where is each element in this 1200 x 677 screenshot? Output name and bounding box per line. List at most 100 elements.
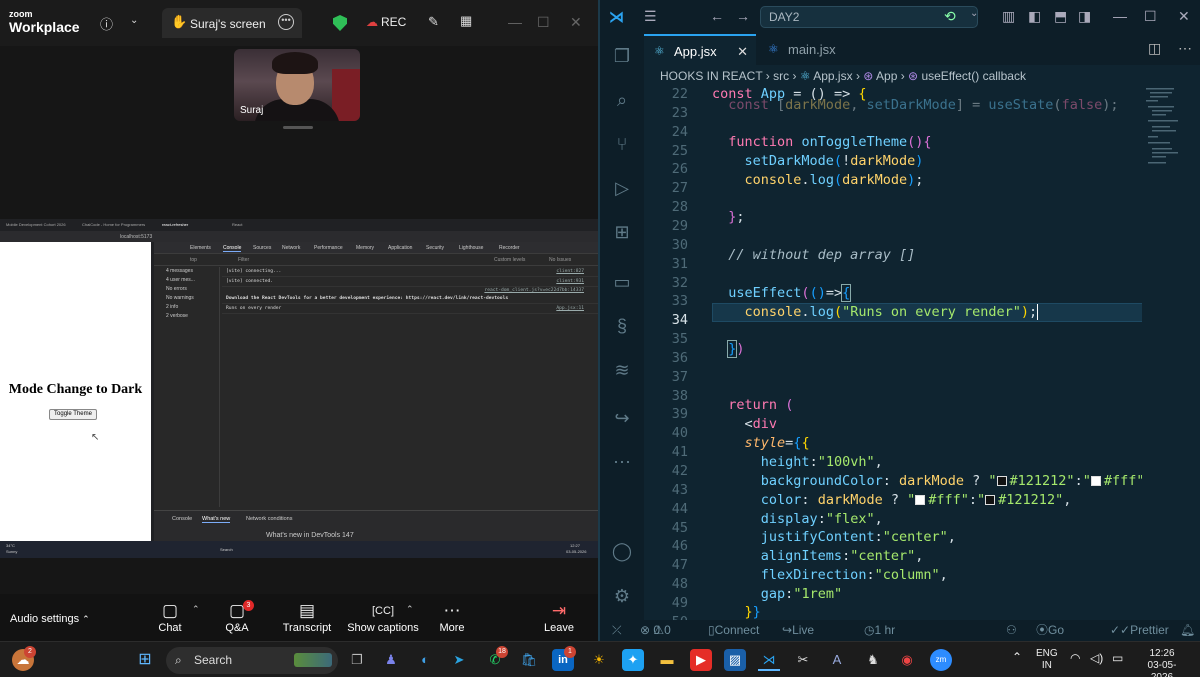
participant-video[interactable]: Suraj [234,49,360,121]
more-actions-icon[interactable]: ⋯ [1178,40,1192,57]
drawer-tab: Console [172,516,193,522]
code-line: display:"flex", [760,511,883,527]
leave-button[interactable]: ⇥ Leave [524,600,594,634]
minimap[interactable] [1142,86,1200,620]
warnings-count: 0 [664,623,671,637]
layout-sidebar-right-icon[interactable]: ◨ [1078,8,1091,25]
line-number: 49 [671,594,688,611]
maximize-icon[interactable]: ☐ [537,14,550,31]
layout-sidebar-icon[interactable]: ▥ [1002,8,1015,25]
wifi-icon[interactable]: ◠ [1070,652,1080,664]
audio-settings-button[interactable]: Audio settings ⌃ [10,613,90,625]
timer-status[interactable]: ◷ 1 hr 21 mins [864,620,900,677]
line-number: 24 [671,123,688,140]
start-windows-icon[interactable]: ⊞ [134,649,156,671]
breadcrumb-item[interactable]: src [773,69,789,83]
prettier-button[interactable]: ✓✓ Prettier [1110,620,1169,641]
layout-panel-left-icon[interactable]: ◧ [1028,8,1041,25]
code-editor[interactable]: 22 23 24 25 26 27 28 29 30 31 32 33 34 35 36 37 38 39 40 41… [644,86,1142,620]
close-tab-icon[interactable]: ✕ [737,36,748,67]
qa-button[interactable]: ▢ 3 Q&A [202,600,272,634]
more-button[interactable]: ⋯ More [417,600,487,634]
problems-indicator[interactable]: ⊗ 0 ⚠ 0 [640,620,671,641]
explorer-icon[interactable]: ❐ [610,44,634,68]
video-resize-handle[interactable] [283,126,313,129]
teams-icon[interactable]: ♟ [380,649,402,671]
breadcrumb-item[interactable]: App [876,69,897,83]
annotate-pen-icon[interactable]: ✎ [428,14,439,30]
devtools-sidebar: 4 messages 4 user mes... No errors No wa… [154,267,220,507]
go-live-button[interactable]: ⦿ Go Live [1036,620,1070,658]
task-view-icon[interactable]: ❐ [346,649,368,671]
chrome-icon[interactable]: ◉ [896,649,918,671]
youtube-icon[interactable]: ▶ [690,649,712,671]
connect-button[interactable]: ▯ Connect [708,620,759,641]
vscode-taskbar-icon[interactable]: ⋊ [758,649,780,671]
tab-main-jsx[interactable]: ⚛ main.jsx [758,34,868,65]
minimize-icon[interactable]: — [508,14,522,30]
chevron-up-icon: ⌃ [82,614,90,624]
battery-icon[interactable]: ▭ [1112,652,1123,664]
clock[interactable]: 12:2603-05-2026 [1140,648,1184,677]
chevron-up-icon[interactable]: ⌃ [192,604,200,615]
back-arrow-icon[interactable]: ← [710,8,724,24]
close-icon[interactable]: ✕ [1178,8,1190,25]
more-options-icon[interactable]: ••• [278,14,294,30]
search-icon[interactable]: ⌕ [610,88,634,112]
file-explorer-icon[interactable]: ▬ [656,649,678,671]
breadcrumb-item[interactable]: HOOKS IN REACT [660,69,762,83]
source-control-icon[interactable]: ⑂ [610,132,634,156]
zoom-taskbar-icon[interactable]: zm [930,649,952,671]
live-share-button[interactable]: ↪ Live Share [782,620,824,658]
settings-gear-icon[interactable]: ⚙ [610,584,634,608]
minimap-preview [1146,88,1178,164]
weather-app-icon[interactable]: ☀ [588,649,610,671]
forward-arrow-icon[interactable]: → [736,8,750,24]
language-indicator[interactable]: ENG IN [1036,648,1058,672]
breadcrumb-item[interactable]: useEffect() callback [921,69,1026,83]
docker-icon[interactable]: ≋ [610,358,634,382]
transcript-button[interactable]: ▤ Transcript [272,600,342,634]
menu-icon[interactable]: ☰ [644,8,657,25]
remote-explorer-icon[interactable]: ▭ [610,270,634,294]
apps-grid-icon[interactable]: ▦ [460,13,472,29]
remote-icon[interactable]: ⤫ [612,620,622,641]
screen-share-tab[interactable]: ✋ Suraj's screen ••• [162,8,302,38]
chevron-up-icon[interactable]: ⌃ [1012,651,1022,663]
chevron-up-icon[interactable]: ⌃ [406,604,414,615]
twitter-icon[interactable]: ✦ [622,649,644,671]
close-icon[interactable]: ✕ [570,14,582,31]
network-app-icon[interactable]: ▨ [724,649,746,671]
code-line: setDarkMode(!darkMode) [744,153,924,169]
telegram-icon[interactable]: ➤ [448,649,470,671]
record-indicator[interactable]: ☁ REC [366,15,406,29]
run-debug-icon[interactable]: ▷ [610,176,634,200]
app-icon[interactable]: ♞ [862,649,884,671]
minimize-icon[interactable]: — [1113,8,1127,24]
tab-app-jsx[interactable]: ⚛ App.jsx ✕ [644,34,756,65]
security-shield-icon[interactable] [333,15,347,31]
info-icon[interactable]: ⓘ [100,14,113,33]
python-icon[interactable]: § [610,314,634,338]
chevron-down-icon[interactable]: ⌄ [130,15,138,26]
volume-icon[interactable]: ◁) [1090,652,1103,664]
maximize-icon[interactable]: ☐ [1144,8,1157,25]
layout-panel-icon[interactable]: ⬒ [1054,8,1067,25]
store-icon[interactable]: 🛍︎ [518,649,540,671]
search-highlight-image [294,653,332,667]
breadcrumb-item[interactable]: App.jsx [813,69,852,83]
taskbar-search[interactable]: ⌕ Search [166,647,338,674]
accounts-status-icon[interactable]: ⚇ [1006,620,1017,641]
more-views-icon[interactable]: ⋯ [610,450,634,474]
app-icon[interactable]: A [826,649,848,671]
live-share-icon[interactable]: ↪ [610,406,634,430]
extensions-icon[interactable]: ⊞ [610,220,634,244]
notifications-bell-icon[interactable]: 🔔︎ [1180,620,1195,641]
copilot-icon[interactable]: ⟲ [944,8,956,25]
chevron-down-icon[interactable]: ⌄ [970,8,978,19]
shared-browser-tab: Mobile Development Cohort 2026 [6,222,66,227]
edge-icon[interactable]: ◐ [414,649,436,671]
split-editor-icon[interactable]: ◫ [1148,40,1161,57]
account-icon[interactable]: ◯ [610,539,634,563]
snipping-tool-icon[interactable]: ✂ [792,649,814,671]
